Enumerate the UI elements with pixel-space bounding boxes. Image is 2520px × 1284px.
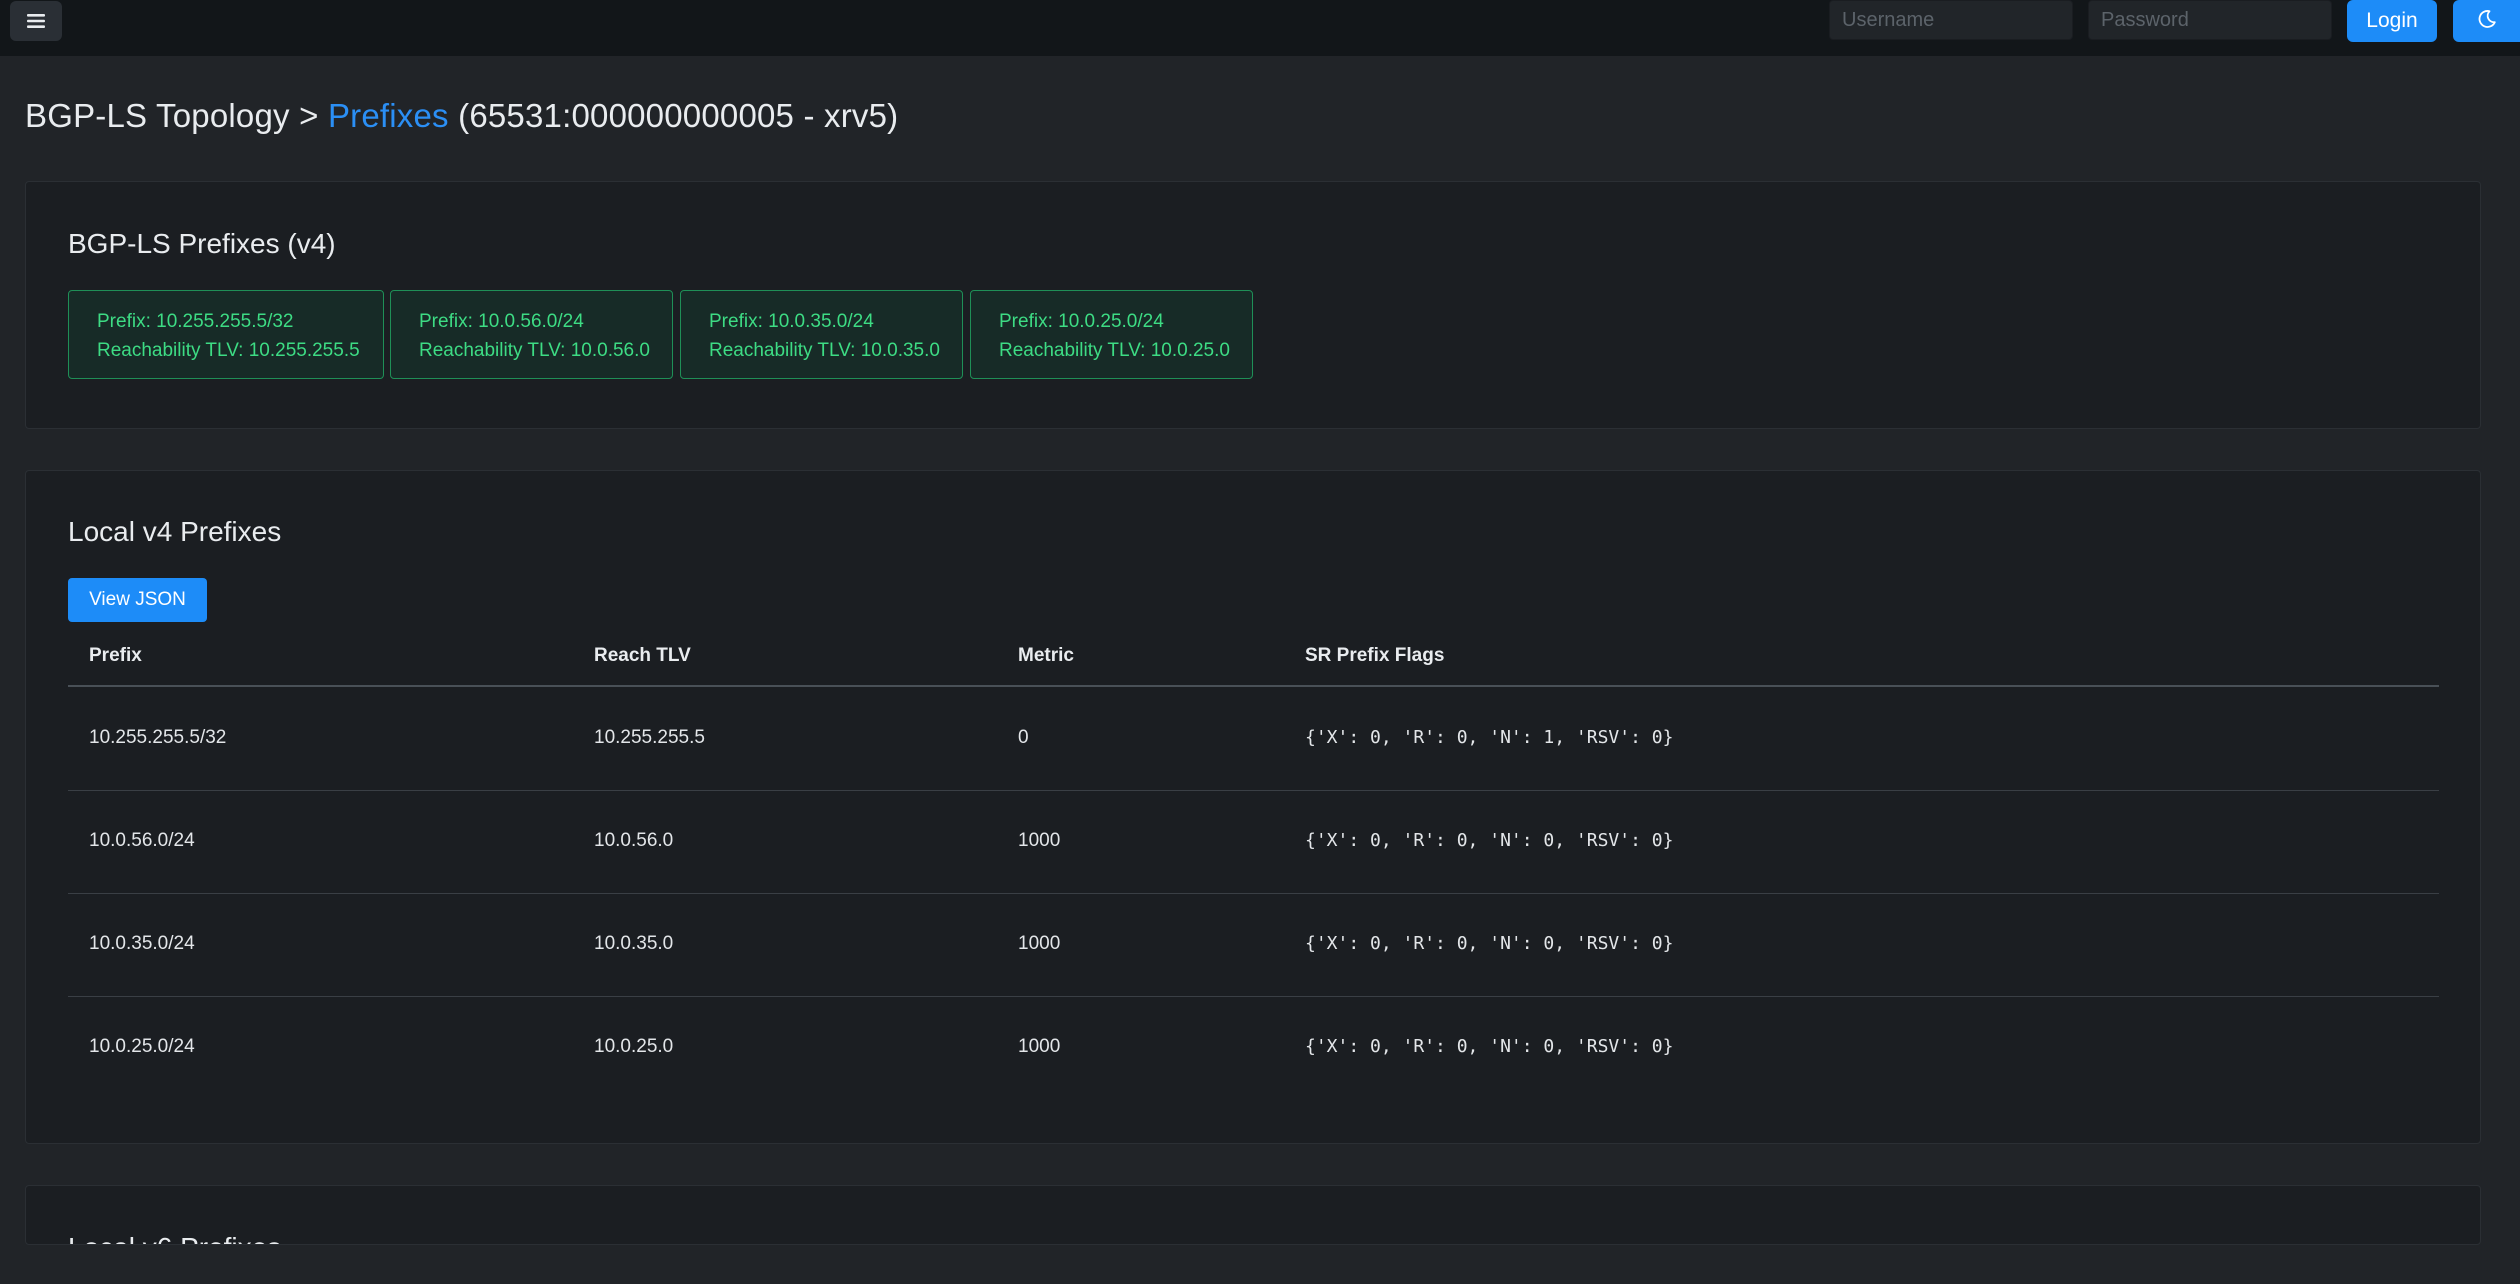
breadcrumb-prefixes-link[interactable]: Prefixes [328,97,449,134]
cell-sr-prefix-flags: {'X': 0, 'R': 0, 'N': 0, 'RSV': 0} [1305,1036,1674,1057]
table-header: Prefix Reach TLV Metric SR Prefix Flags [68,631,2439,687]
cell-reach-tlv: 10.0.25.0 [594,1036,674,1057]
cell-prefix: 10.0.56.0/24 [89,830,195,851]
cell-reach-tlv: 10.255.255.5 [594,727,705,748]
table-row: 10.0.35.0/24 10.0.35.0 1000 {'X': 0, 'R'… [68,893,2439,997]
prefix-chip-prefix: Prefix: 10.0.56.0/24 [419,311,584,332]
breadcrumb-separator: > [299,97,319,134]
local-v4-prefixes-card: Local v4 Prefixes View JSON Prefix Reach… [25,470,2481,1144]
moon-icon [2477,9,2497,34]
prefix-chip-prefix: Prefix: 10.0.35.0/24 [709,311,874,332]
page-title: BGP-LS Topology > Prefixes (65531:000000… [25,97,898,135]
prefix-chip-prefix: Prefix: 10.255.255.5/32 [97,311,294,332]
prefix-chip: Prefix: 10.0.56.0/24 Reachability TLV: 1… [390,290,673,379]
cell-reach-tlv: 10.0.35.0 [594,933,674,954]
local-v6-prefixes-heading: Local v6 Prefixes [68,1232,281,1244]
prefix-chip: Prefix: 10.0.25.0/24 Reachability TLV: 1… [970,290,1253,379]
login-button[interactable]: Login [2347,0,2437,42]
table-row: 10.0.25.0/24 10.0.25.0 1000 {'X': 0, 'R'… [68,996,2439,1099]
theme-toggle-button[interactable] [2453,0,2520,42]
cell-metric: 1000 [1018,1036,1061,1057]
bgpls-prefixes-heading: BGP-LS Prefixes (v4) [68,228,336,259]
table-row: 10.255.255.5/32 10.255.255.5 0 {'X': 0, … [68,687,2439,791]
cell-metric: 0 [1018,727,1029,748]
column-header-metric[interactable]: Metric [1018,645,1074,667]
table-row: 10.0.56.0/24 10.0.56.0 1000 {'X': 0, 'R'… [68,790,2439,894]
cell-sr-prefix-flags: {'X': 0, 'R': 0, 'N': 0, 'RSV': 0} [1305,933,1674,954]
column-header-sr-prefix-flags[interactable]: SR Prefix Flags [1305,645,1444,667]
breadcrumb-root: BGP-LS Topology [25,97,290,134]
cell-prefix: 10.0.25.0/24 [89,1036,195,1057]
column-header-prefix[interactable]: Prefix [89,645,142,667]
cell-sr-prefix-flags: {'X': 0, 'R': 0, 'N': 1, 'RSV': 0} [1305,727,1674,748]
column-header-reach-tlv[interactable]: Reach TLV [594,645,691,667]
prefix-chip-tlv: Reachability TLV: 10.0.35.0 [709,340,940,361]
cell-prefix: 10.0.35.0/24 [89,933,195,954]
cell-sr-prefix-flags: {'X': 0, 'R': 0, 'N': 0, 'RSV': 0} [1305,830,1674,851]
prefix-chip-tlv: Reachability TLV: 10.0.25.0 [999,340,1230,361]
view-json-button[interactable]: View JSON [68,578,207,622]
prefix-chip: Prefix: 10.255.255.5/32 Reachability TLV… [68,290,384,379]
cell-prefix: 10.255.255.5/32 [89,727,227,748]
prefix-chip-prefix: Prefix: 10.0.25.0/24 [999,311,1164,332]
breadcrumb-node: (65531:000000000005 - xrv5) [458,97,899,134]
cell-metric: 1000 [1018,830,1061,851]
hamburger-icon [27,13,45,29]
top-navbar: Login [0,0,2520,56]
prefix-chip-tlv: Reachability TLV: 10.255.255.5 [97,340,360,361]
prefix-chip: Prefix: 10.0.35.0/24 Reachability TLV: 1… [680,290,963,379]
username-input[interactable] [1829,0,2073,40]
cell-metric: 1000 [1018,933,1061,954]
cell-reach-tlv: 10.0.56.0 [594,830,674,851]
menu-toggle-button[interactable] [10,1,62,41]
password-input[interactable] [2088,0,2332,40]
bgpls-prefixes-card: BGP-LS Prefixes (v4) Prefix: 10.255.255.… [25,181,2481,429]
local-v6-prefixes-card: Local v6 Prefixes [25,1185,2481,1245]
prefix-chip-tlv: Reachability TLV: 10.0.56.0 [419,340,650,361]
local-v4-prefixes-heading: Local v4 Prefixes [68,516,282,547]
